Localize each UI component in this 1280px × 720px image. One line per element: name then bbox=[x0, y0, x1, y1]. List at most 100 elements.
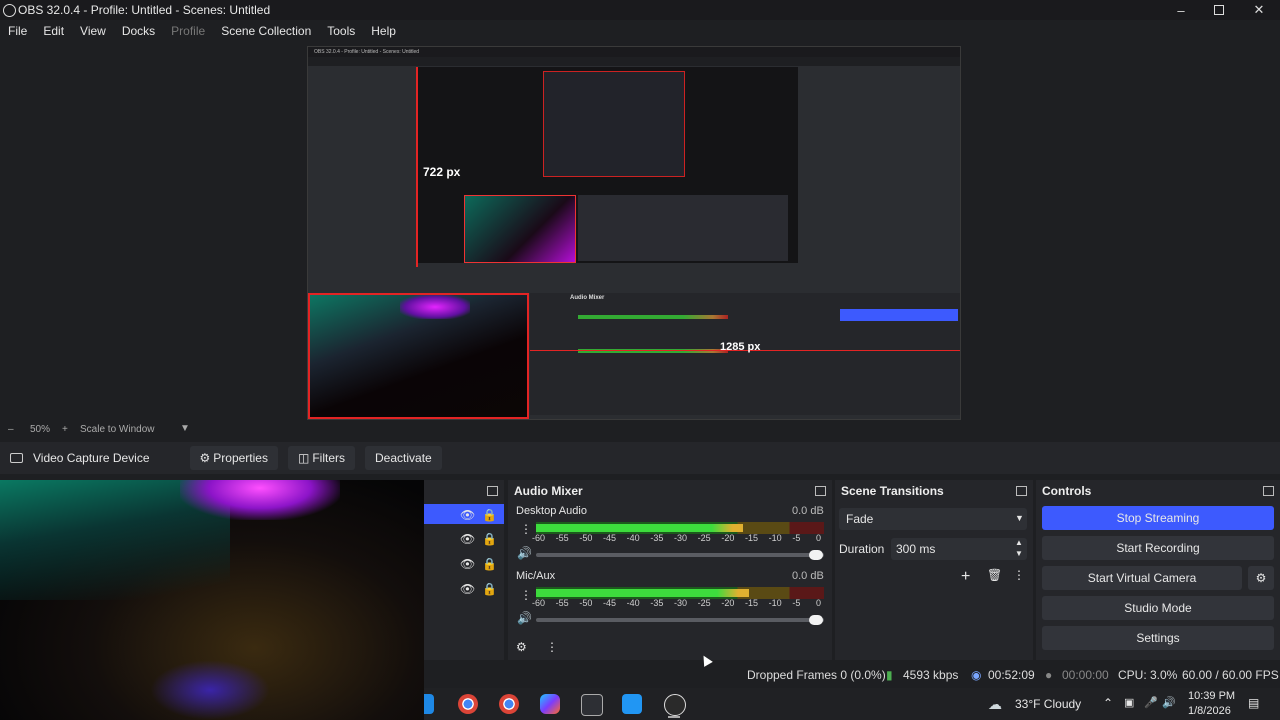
speaker-icon[interactable]: 🔊 bbox=[517, 611, 532, 625]
dropped-frames: Dropped Frames 0 (0.0%) bbox=[747, 668, 886, 682]
fps: 60.00 / 60.00 FPS bbox=[1182, 668, 1279, 682]
window-title: OBS 32.0.4 - Profile: Untitled - Scenes:… bbox=[18, 3, 271, 17]
volume-slider-knob[interactable] bbox=[809, 550, 823, 560]
close-button[interactable]: ✕ bbox=[1240, 0, 1278, 20]
volume-slider[interactable] bbox=[536, 553, 824, 557]
volume-slider-knob[interactable] bbox=[809, 615, 823, 625]
clock-date[interactable]: 1/8/2026 bbox=[1188, 705, 1231, 717]
stream-icon: ◉ bbox=[971, 668, 982, 682]
height-guide-line bbox=[416, 67, 418, 267]
gear-icon: ⚙ bbox=[199, 451, 211, 465]
properties-label: Properties bbox=[213, 451, 268, 465]
zoom-in-icon[interactable]: + bbox=[62, 424, 68, 435]
kebab-menu-icon[interactable]: ⋮ bbox=[1013, 568, 1025, 582]
record-icon: ● bbox=[1045, 668, 1053, 682]
virtual-camera-settings-button[interactable]: ⚙ bbox=[1248, 566, 1274, 590]
cpu-usage: CPU: 3.0% bbox=[1118, 668, 1178, 682]
volume-icon[interactable]: 🔊 bbox=[1162, 696, 1176, 709]
file-icon[interactable] bbox=[622, 694, 642, 714]
menu-help[interactable]: Help bbox=[363, 24, 404, 38]
copilot-icon[interactable] bbox=[540, 694, 560, 714]
mic-icon[interactable]: 🎤 bbox=[1144, 696, 1158, 709]
channel-name: Desktop Audio bbox=[516, 505, 587, 517]
volume-meter-fill bbox=[536, 589, 750, 597]
volume-meter-fill bbox=[536, 524, 744, 532]
notification-icon[interactable]: ▤ bbox=[1248, 696, 1259, 710]
stop-streaming-label: Stop Streaming bbox=[1116, 511, 1200, 525]
meter-tick-label: -35 bbox=[650, 533, 664, 543]
filters-button[interactable]: ◫ Filters bbox=[287, 446, 355, 470]
volume-slider[interactable] bbox=[536, 618, 824, 622]
chevron-up-icon[interactable]: ⌃ bbox=[1103, 696, 1113, 710]
width-guide-label: 1285 px bbox=[720, 341, 761, 353]
chrome-icon[interactable] bbox=[458, 694, 478, 714]
maximize-button[interactable] bbox=[1200, 0, 1238, 20]
menu-profile[interactable]: Profile bbox=[163, 24, 213, 38]
lock-icon[interactable]: 🔒 bbox=[482, 508, 497, 522]
zoom-out-icon[interactable]: – bbox=[8, 424, 14, 435]
obs-icon[interactable] bbox=[664, 694, 686, 716]
properties-button[interactable]: ⚙ Properties bbox=[189, 446, 278, 470]
eye-icon[interactable]: 👁 bbox=[460, 582, 475, 596]
spin-down-icon[interactable]: ▼ bbox=[1015, 549, 1023, 558]
dock-popout-icon[interactable] bbox=[487, 486, 498, 496]
audio-mixer-dock: Audio Mixer Desktop Audio 0.0 dB Mic/Aux… bbox=[508, 480, 832, 660]
minimize-button[interactable]: – bbox=[1162, 0, 1200, 20]
trash-icon[interactable]: 🗑 bbox=[987, 568, 1002, 582]
eye-icon[interactable]: 👁 bbox=[460, 532, 475, 546]
studio-mode-button[interactable]: Studio Mode bbox=[1042, 596, 1274, 620]
lock-icon[interactable]: 🔒 bbox=[482, 582, 497, 596]
menu-edit[interactable]: Edit bbox=[35, 24, 72, 38]
kebab-menu-icon[interactable]: ⋮ bbox=[520, 522, 532, 536]
speaker-icon[interactable]: 🔊 bbox=[517, 546, 532, 560]
spin-up-icon[interactable]: ▲ bbox=[1015, 538, 1023, 547]
settings-button[interactable]: Settings bbox=[1042, 626, 1274, 650]
camera-icon bbox=[10, 453, 23, 463]
stream-time: 00:52:09 bbox=[988, 668, 1035, 682]
menu-file[interactable]: File bbox=[0, 24, 35, 38]
start-recording-button[interactable]: Start Recording bbox=[1042, 536, 1274, 560]
controls-title: Controls bbox=[1042, 484, 1092, 498]
scale-mode-select[interactable]: Scale to Window bbox=[80, 424, 154, 435]
eye-icon[interactable]: 👁 bbox=[460, 557, 475, 571]
duration-label: Duration bbox=[839, 542, 885, 556]
menu-view[interactable]: View bbox=[72, 24, 114, 38]
dock-popout-icon[interactable] bbox=[1016, 486, 1027, 496]
transition-select[interactable]: Fade ▼ bbox=[839, 508, 1027, 530]
meter-tick-label: -45 bbox=[603, 533, 617, 543]
duration-spinbox[interactable]: 300 ms ▲ ▼ bbox=[891, 538, 1027, 560]
scene-transitions-dock: Scene Transitions Fade ▼ Duration 300 ms… bbox=[835, 480, 1033, 660]
start-virtual-camera-button[interactable]: Start Virtual Camera bbox=[1042, 566, 1242, 590]
deactivate-button[interactable]: Deactivate bbox=[365, 446, 442, 470]
nested-menu-bar bbox=[308, 57, 960, 66]
dock-popout-icon[interactable] bbox=[1263, 486, 1274, 496]
meter-tick-label: -10 bbox=[768, 598, 782, 608]
menu-tools[interactable]: Tools bbox=[319, 24, 363, 38]
chrome-icon[interactable] bbox=[499, 694, 519, 714]
store-icon[interactable] bbox=[581, 694, 603, 716]
dock-popout-icon[interactable] bbox=[815, 486, 826, 496]
lock-icon[interactable]: 🔒 bbox=[482, 532, 497, 546]
start-virtual-camera-label: Start Virtual Camera bbox=[1087, 571, 1197, 585]
meter-tick-label: -60 bbox=[532, 533, 546, 543]
nested-dock-area: Audio Mixer bbox=[530, 293, 960, 415]
kebab-menu-icon[interactable]: ⋮ bbox=[546, 640, 558, 654]
lock-icon[interactable]: 🔒 bbox=[482, 557, 497, 571]
weather-text[interactable]: 33°F Cloudy bbox=[1015, 697, 1081, 711]
add-icon[interactable]: + bbox=[961, 568, 970, 586]
zoom-level: 50% bbox=[30, 423, 51, 435]
eye-icon[interactable]: 👁 bbox=[460, 508, 475, 522]
stop-streaming-button[interactable]: Stop Streaming bbox=[1042, 506, 1274, 530]
meter-tick-label: -30 bbox=[674, 533, 688, 543]
clock-time[interactable]: 10:39 PM bbox=[1188, 690, 1235, 702]
duration-value: 300 ms bbox=[896, 542, 936, 556]
meter-tick-label: -40 bbox=[626, 598, 640, 608]
nested-camera bbox=[464, 195, 576, 263]
chevron-down-icon[interactable]: ▼ bbox=[180, 423, 190, 434]
kebab-menu-icon[interactable]: ⋮ bbox=[520, 588, 532, 602]
menu-docks[interactable]: Docks bbox=[114, 24, 163, 38]
meter-tick-label: -25 bbox=[697, 598, 711, 608]
tray-icon[interactable]: ▣ bbox=[1124, 696, 1134, 709]
gears-icon[interactable]: ⚙ bbox=[516, 640, 527, 654]
menu-scene-collection[interactable]: Scene Collection bbox=[213, 24, 319, 38]
